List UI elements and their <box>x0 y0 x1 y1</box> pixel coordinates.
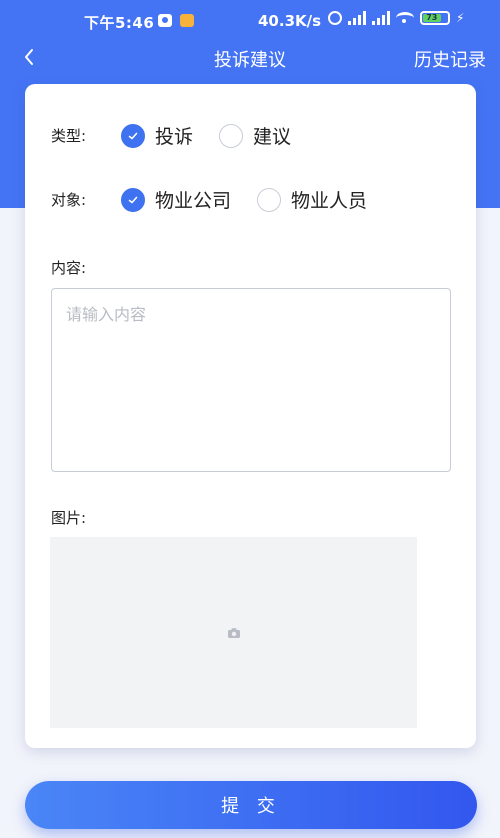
content-input[interactable] <box>51 288 451 472</box>
wifi-icon <box>396 12 414 24</box>
image-label: 图片: <box>51 509 87 527</box>
status-icons: 73 ⚡ <box>328 11 464 25</box>
target-option-label: 物业公司 <box>155 190 232 212</box>
target-option-staff[interactable]: 物业人员 <box>257 186 367 213</box>
battery-icon: 73 <box>420 11 450 25</box>
target-option-company[interactable]: 物业公司 <box>121 186 231 213</box>
battery-level: 73 <box>423 14 441 22</box>
type-option-suggestion[interactable]: 建议 <box>219 122 291 149</box>
signal-icon <box>348 11 366 25</box>
type-row: 类型: 投诉 建议 <box>51 122 317 149</box>
check-icon[interactable] <box>121 123 145 148</box>
history-link[interactable]: 历史记录 <box>414 46 486 72</box>
back-icon[interactable] <box>18 45 42 69</box>
charging-icon: ⚡ <box>456 11 465 25</box>
image-upload-area[interactable] <box>50 537 417 728</box>
notification-icon <box>158 14 172 27</box>
form-card: 类型: 投诉 建议 对象: 物业公司 物业人员 内容: 图片: <box>25 84 476 748</box>
submit-button[interactable]: 提 交 <box>25 781 477 829</box>
type-option-label: 建议 <box>253 126 292 148</box>
target-row: 对象: 物业公司 物业人员 <box>51 186 393 213</box>
camera-icon <box>227 627 240 638</box>
app-notification-icon <box>180 14 194 27</box>
alarm-icon <box>328 11 342 25</box>
check-icon[interactable] <box>121 187 145 212</box>
status-bar: 下午5:46 40.3K/s 73 ⚡ <box>0 0 500 42</box>
status-time: 下午5:46 <box>84 14 155 32</box>
network-speed: 40.3K/s <box>258 12 322 30</box>
radio-unchecked-icon[interactable] <box>219 123 244 148</box>
nav-bar: 投诉建议 历史记录 <box>0 42 500 76</box>
signal-icon-2 <box>372 11 390 25</box>
radio-unchecked-icon[interactable] <box>257 187 282 212</box>
type-option-complaint[interactable]: 投诉 <box>121 122 193 149</box>
target-label: 对象: <box>51 191 87 209</box>
content-label: 内容: <box>51 259 87 277</box>
target-option-label: 物业人员 <box>291 190 368 212</box>
type-label: 类型: <box>51 127 87 145</box>
type-option-label: 投诉 <box>155 126 194 148</box>
